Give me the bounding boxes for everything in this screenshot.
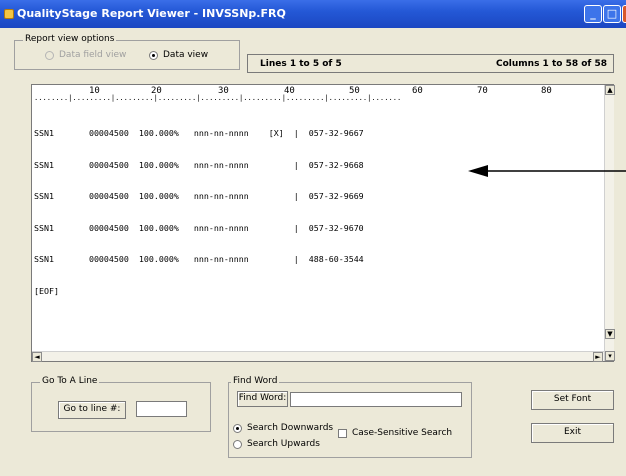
find-word-input[interactable] [290, 392, 462, 407]
data-field-view-radio[interactable]: Data field view [45, 50, 126, 60]
find-word-label: Find Word: [238, 393, 287, 403]
vertical-scrollbar[interactable]: ▲ ▼ ▾ [604, 85, 615, 361]
arrow-annotation-icon [468, 165, 626, 177]
go-to-line-group: Go To A Line Go to line #: [31, 376, 211, 432]
report-view-options-group: Report view options Data field view Data… [14, 34, 240, 70]
ruler-marks: ........|.........|.........|.........|.… [34, 93, 402, 102]
columns-status: Columns 1 to 58 of 58 [496, 59, 607, 69]
report-line: SSN1 00004500 100.000% nnn-nn-nnnn | 057… [34, 222, 364, 233]
data-view-radio[interactable]: Data view [149, 50, 208, 60]
ruler-tick: 60 [412, 86, 423, 96]
report-line: SSN1 00004500 100.000% nnn-nn-nnnn | 488… [34, 254, 364, 264]
ruler-tick: 80 [541, 86, 552, 96]
search-downwards-label: Search Downwards [247, 423, 334, 433]
scroll-right-button[interactable]: ► [593, 352, 603, 362]
radio-dot-selected [233, 423, 242, 433]
radio-dot [45, 50, 54, 60]
exit-label: Exit [563, 427, 582, 437]
data-field-view-label: Data field view [59, 50, 127, 60]
report-viewer[interactable]: 10 20 30 40 50 60 70 80 ........|.......… [31, 84, 615, 362]
status-bar: Lines 1 to 5 of 5 Columns 1 to 58 of 58 [247, 54, 614, 73]
radio-dot [233, 439, 242, 449]
close-button[interactable]: ✕ [622, 5, 626, 23]
lines-status: Lines 1 to 5 of 5 [260, 59, 342, 69]
go-to-line-label: Go to line #: [63, 404, 121, 414]
data-view-label: Data view [163, 50, 209, 60]
find-word-button[interactable]: Find Word: [237, 391, 288, 407]
page-down-button[interactable]: ▾ [605, 351, 615, 361]
go-to-line-legend: Go To A Line [40, 376, 100, 386]
set-font-button[interactable]: Set Font [531, 390, 614, 410]
report-line: SSN1 00004500 100.000% nnn-nn-nnnn | 057… [34, 159, 364, 170]
report-text: SSN1 00004500 100.000% nnn-nn-nnnn [X] |… [34, 107, 364, 317]
search-upwards-radio[interactable]: Search Upwards [233, 439, 320, 449]
maximize-button[interactable]: □ [603, 5, 621, 23]
search-downwards-radio[interactable]: Search Downwards [233, 423, 333, 433]
search-upwards-label: Search Upwards [247, 439, 320, 449]
title-bar: QualityStage Report Viewer - INVSSNp.FRQ… [0, 0, 626, 28]
app-icon [4, 9, 14, 19]
go-to-line-button[interactable]: Go to line #: [58, 401, 126, 419]
ruler-tick: 70 [477, 86, 488, 96]
column-ruler: 10 20 30 40 50 60 70 80 ........|.......… [32, 85, 604, 105]
report-line: SSN1 00004500 100.000% nnn-nn-nnnn | 057… [34, 191, 364, 201]
find-word-group: Find Word Find Word: Search Downwards Se… [228, 376, 472, 458]
case-sensitive-checkbox[interactable] [338, 429, 347, 438]
case-sensitive-label: Case-Sensitive Search [352, 428, 453, 438]
report-line: SSN1 00004500 100.000% nnn-nn-nnnn [X] |… [34, 128, 364, 138]
exit-button[interactable]: Exit [531, 423, 614, 443]
report-view-options-legend: Report view options [23, 34, 117, 44]
horizontal-scrollbar[interactable]: ◄ ► [32, 351, 604, 362]
report-line: [EOF] [34, 285, 59, 296]
scroll-down-button[interactable]: ▼ [605, 329, 615, 339]
minimize-button[interactable]: _ [584, 5, 602, 23]
window-title: QualityStage Report Viewer - INVSSNp.FRQ [17, 7, 286, 20]
radio-dot-selected [149, 50, 158, 60]
line-number-input[interactable] [136, 401, 187, 417]
set-font-label: Set Font [553, 394, 592, 404]
scroll-up-button[interactable]: ▲ [605, 85, 615, 95]
scroll-left-button[interactable]: ◄ [32, 352, 42, 362]
find-word-legend: Find Word [231, 376, 280, 386]
